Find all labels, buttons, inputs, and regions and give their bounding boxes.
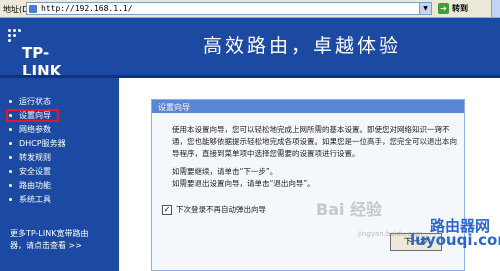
sidebar-item-label[interactable]: 路由功能 [19,180,51,191]
sidebar-item-label[interactable]: 转发规则 [19,152,51,163]
highlight-box [6,109,59,122]
watermark: Bai 经验 jingyan.baidu.com 路由器网 luyouqi.co… [280,192,500,271]
page-icon [29,5,37,13]
logo-text: TP-LINK [22,44,62,75]
router-header: TP-LINK 高效路由，卓越体验 [0,18,500,75]
wizard-title: 设置向导 [158,103,190,112]
site-watermark-domain: luyouqi.com [410,231,500,249]
go-label[interactable]: 转到 [452,3,468,14]
bullet-icon [9,100,12,103]
bullet-icon [9,128,12,131]
chevron-down-icon[interactable]: ▼ [419,3,431,14]
bullet-icon [9,156,12,159]
go-arrow-icon[interactable]: ➔ [438,3,449,14]
wizard-exit-hint: 如需要退出设置向导，请单击“退出向导”。 [172,179,315,188]
wizard-body: 使用本设置向导，您可以轻松地完成上网所需的基本设置。即使您对网络知识一窍不通，您… [172,124,458,196]
bullet-icon [9,198,12,201]
sidebar-item-label[interactable]: 网络参数 [19,124,51,135]
baidu-watermark: Bai 经验 [316,200,383,219]
address-bar: 地址(D) http://192.168.1.1/ ▼ ➔ 转到 [0,0,500,18]
wizard-title-bar: 设置向导 [152,100,464,113]
auto-popup-checkbox-label: 下次登录不再自动弹出向导 [176,205,266,214]
tp-link-logo: TP-LINK [6,25,86,75]
sidebar-item-label[interactable]: 运行状态 [19,96,51,107]
wizard-next-hint: 如需要继续，请单击“下一步”。 [172,167,278,176]
bullet-icon [9,170,12,173]
logo-dots-icon [6,29,24,43]
address-input[interactable]: http://192.168.1.1/ ▼ [26,2,432,15]
auto-popup-checkbox[interactable]: ✓ [162,205,172,215]
bullet-icon [9,184,12,187]
address-url[interactable]: http://192.168.1.1/ [41,4,133,13]
sidebar-item-label[interactable]: DHCP服务器 [19,138,66,149]
scrollbar[interactable] [491,0,500,17]
more-products-link-line2[interactable]: 器，请点击查看 >> [10,240,82,251]
sidebar-item-label[interactable]: 系统工具 [19,194,51,205]
wizard-intro-text: 使用本设置向导，您可以轻松地完成上网所需的基本设置。即使您对网络知识一窍不通，您… [172,125,457,158]
more-products-link-line1[interactable]: 更多TP-LINK宽带路由 [10,228,88,239]
header-slogan: 高效路由，卓越体验 [203,35,402,57]
bullet-icon [9,142,12,145]
sidebar-item-label[interactable]: 安全设置 [19,166,51,177]
go-button[interactable]: ➔ 转到 [438,2,488,15]
